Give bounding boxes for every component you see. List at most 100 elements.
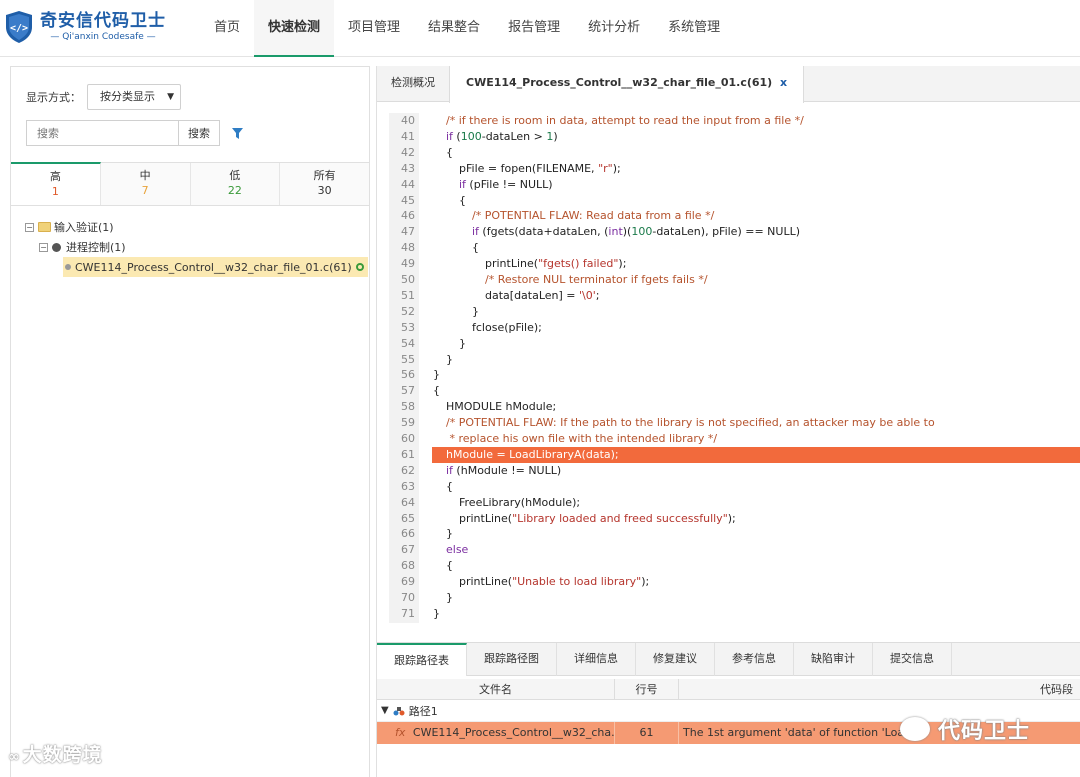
- tree-node-category[interactable]: − 输入验证(1): [25, 217, 368, 237]
- brand-name-cn: 奇安信代码卫士: [40, 11, 166, 31]
- trace-tab-0[interactable]: 跟踪路径表: [377, 643, 467, 676]
- collapse-toggle-icon[interactable]: −: [39, 242, 48, 252]
- severity-tab-3[interactable]: 所有 30: [280, 163, 369, 205]
- nav-item-0[interactable]: 首页: [200, 0, 254, 57]
- path-group-icon: [393, 706, 405, 715]
- selected-issue[interactable]: CWE114_Process_Control__w32_char_file_01…: [63, 257, 368, 277]
- tab-overview[interactable]: 检测概况: [377, 66, 449, 102]
- line-number: 63: [401, 479, 415, 493]
- line-number: 48: [401, 241, 415, 255]
- line-number: 67: [401, 543, 415, 557]
- line-text: }: [472, 304, 479, 318]
- filter-funnel-icon[interactable]: [232, 127, 243, 139]
- brand-logo[interactable]: </> 奇安信代码卫士 — Qi'anxin Codesafe —: [4, 10, 166, 44]
- line-text: /* Restore NUL terminator if fgets fails…: [485, 273, 708, 286]
- severity-tab-2[interactable]: 低 22: [190, 163, 281, 205]
- line-text: printLine("Library loaded and freed succ…: [459, 511, 736, 525]
- code-line: 71}: [389, 606, 1080, 622]
- tab-source-file-label: CWE114_Process_Control__w32_char_file_01…: [466, 76, 773, 89]
- line-text: if (fgets(data+dataLen, (int)(100-dataLe…: [472, 225, 800, 239]
- line-number: 66: [401, 527, 415, 541]
- column-header-file[interactable]: 文件名: [377, 679, 615, 700]
- tree-node-leaf[interactable]: CWE114_Process_Control__w32_char_file_01…: [25, 257, 368, 277]
- severity-count: 22: [227, 184, 242, 197]
- line-text: /* POTENTIAL FLAW: If the path to the li…: [446, 416, 935, 430]
- code-line: 42 {: [389, 145, 1080, 161]
- code-line: 48 {: [389, 240, 1080, 256]
- line-number: 70: [401, 591, 415, 604]
- brand-name-en: — Qi'anxin Codesafe —: [50, 32, 156, 42]
- line-number: 55: [401, 352, 415, 366]
- trace-table-header: 文件名 行号 代码段: [377, 679, 1080, 700]
- code-line: 58 HMODULE hModule;: [389, 399, 1080, 415]
- code-line: 60 * replace his own file with the inten…: [389, 431, 1080, 447]
- line-number: 40: [401, 114, 415, 127]
- trace-tab-5[interactable]: 缺陷审计: [794, 643, 873, 676]
- search-button[interactable]: 搜索: [178, 120, 220, 146]
- line-number: 49: [401, 257, 415, 271]
- code-line: 44 if (pFile != NULL): [389, 177, 1080, 193]
- line-number: 44: [401, 177, 415, 191]
- trace-tab-3[interactable]: 修复建议: [636, 643, 715, 676]
- line-number: 53: [401, 320, 415, 334]
- line-number: 50: [401, 273, 415, 286]
- code-line: 55}: [389, 352, 1080, 368]
- nav-item-3[interactable]: 结果整合: [414, 0, 494, 57]
- nav-item-6[interactable]: 系统管理: [654, 0, 734, 57]
- line-number: 62: [401, 463, 415, 477]
- trace-tab-4[interactable]: 参考信息: [715, 643, 794, 676]
- severity-tab-0[interactable]: 高1: [11, 162, 101, 205]
- close-tab-icon[interactable]: x: [780, 76, 787, 89]
- code-view-panel: 检测概况 CWE114_Process_Control__w32_char_fi…: [376, 66, 1080, 777]
- expand-caret-icon[interactable]: ▼: [381, 705, 389, 716]
- line-text: {: [446, 559, 453, 573]
- nav-item-1[interactable]: 快速检测: [254, 0, 335, 57]
- severity-label: 低: [229, 169, 241, 182]
- tree-node-subcategory[interactable]: − 进程控制(1): [25, 237, 368, 257]
- line-number: 61: [401, 447, 415, 461]
- nav-item-4[interactable]: 报告管理: [494, 0, 574, 57]
- code-line: 63 {: [389, 479, 1080, 495]
- trace-tab-1[interactable]: 跟踪路径图: [467, 643, 557, 676]
- issue-tree: − 输入验证(1) − 进程控制(1) CWE114_Process_Contr…: [25, 217, 368, 277]
- line-number: 59: [401, 416, 415, 430]
- trace-panel: 跟踪路径表 跟踪路径图 详细信息 修复建议 参考信息 缺陷审计 提交信息 文件名 行号 代码…: [377, 642, 1080, 777]
- column-header-snippet[interactable]: 代码段: [679, 679, 1080, 700]
- code-line: 64 FreeLibrary(hModule);: [389, 495, 1080, 511]
- collapse-toggle-icon[interactable]: −: [25, 222, 34, 232]
- code-line: 53 fclose(pFile);: [389, 320, 1080, 336]
- code-line-highlighted: 61 hModule = LoadLibraryA(data);: [389, 446, 1080, 463]
- column-header-line[interactable]: 行号: [615, 679, 679, 700]
- nav-item-5[interactable]: 统计分析: [574, 0, 654, 57]
- trace-tabs: 跟踪路径表 跟踪路径图 详细信息 修复建议 参考信息 缺陷审计 提交信息: [377, 642, 1080, 676]
- line-number: 71: [401, 606, 415, 620]
- line-text: if (100-dataLen > 1): [446, 129, 558, 143]
- line-text: if (pFile != NULL): [459, 177, 553, 191]
- tab-source-file[interactable]: CWE114_Process_Control__w32_char_file_01…: [449, 66, 805, 103]
- code-line: 50 /* Restore NUL terminator if fgets fai…: [389, 272, 1080, 288]
- severity-tab-1[interactable]: 中7: [100, 163, 191, 205]
- search-input[interactable]: [26, 120, 178, 146]
- trace-tab-6[interactable]: 提交信息: [873, 643, 952, 676]
- line-text: pFile = fopen(FILENAME, "r");: [459, 161, 621, 175]
- line-number: 64: [401, 495, 415, 509]
- code-line: 59 /* POTENTIAL FLAW: If the path to the …: [389, 415, 1080, 431]
- nav-item-2[interactable]: 项目管理: [334, 0, 414, 57]
- line-number: 46: [401, 209, 415, 223]
- display-mode-value: 按分类显示: [100, 90, 155, 103]
- line-text: if (hModule != NULL): [446, 463, 562, 477]
- code-line: 69 printLine("Unable to load library");: [389, 574, 1080, 590]
- line-text: printLine("fgets() failed");: [485, 257, 627, 271]
- severity-label: 所有: [313, 169, 336, 182]
- trace-tab-2[interactable]: 详细信息: [557, 643, 636, 676]
- display-mode-select[interactable]: 按分类显示 ▼: [87, 84, 181, 110]
- code-viewer: 40 /* if there is room in data, attempt t…: [389, 113, 1080, 623]
- code-line: 46 /* POTENTIAL FLAW: Read data from a fi…: [389, 208, 1080, 224]
- code-line: 70}: [389, 590, 1080, 606]
- line-text: {: [433, 384, 440, 398]
- line-text: * replace his own file with the intended…: [446, 432, 718, 445]
- line-text: /* POTENTIAL FLAW: Read data from a file…: [472, 209, 715, 223]
- line-text: else: [446, 543, 469, 557]
- line-text: }: [446, 591, 453, 604]
- code-line: 68 {: [389, 558, 1080, 574]
